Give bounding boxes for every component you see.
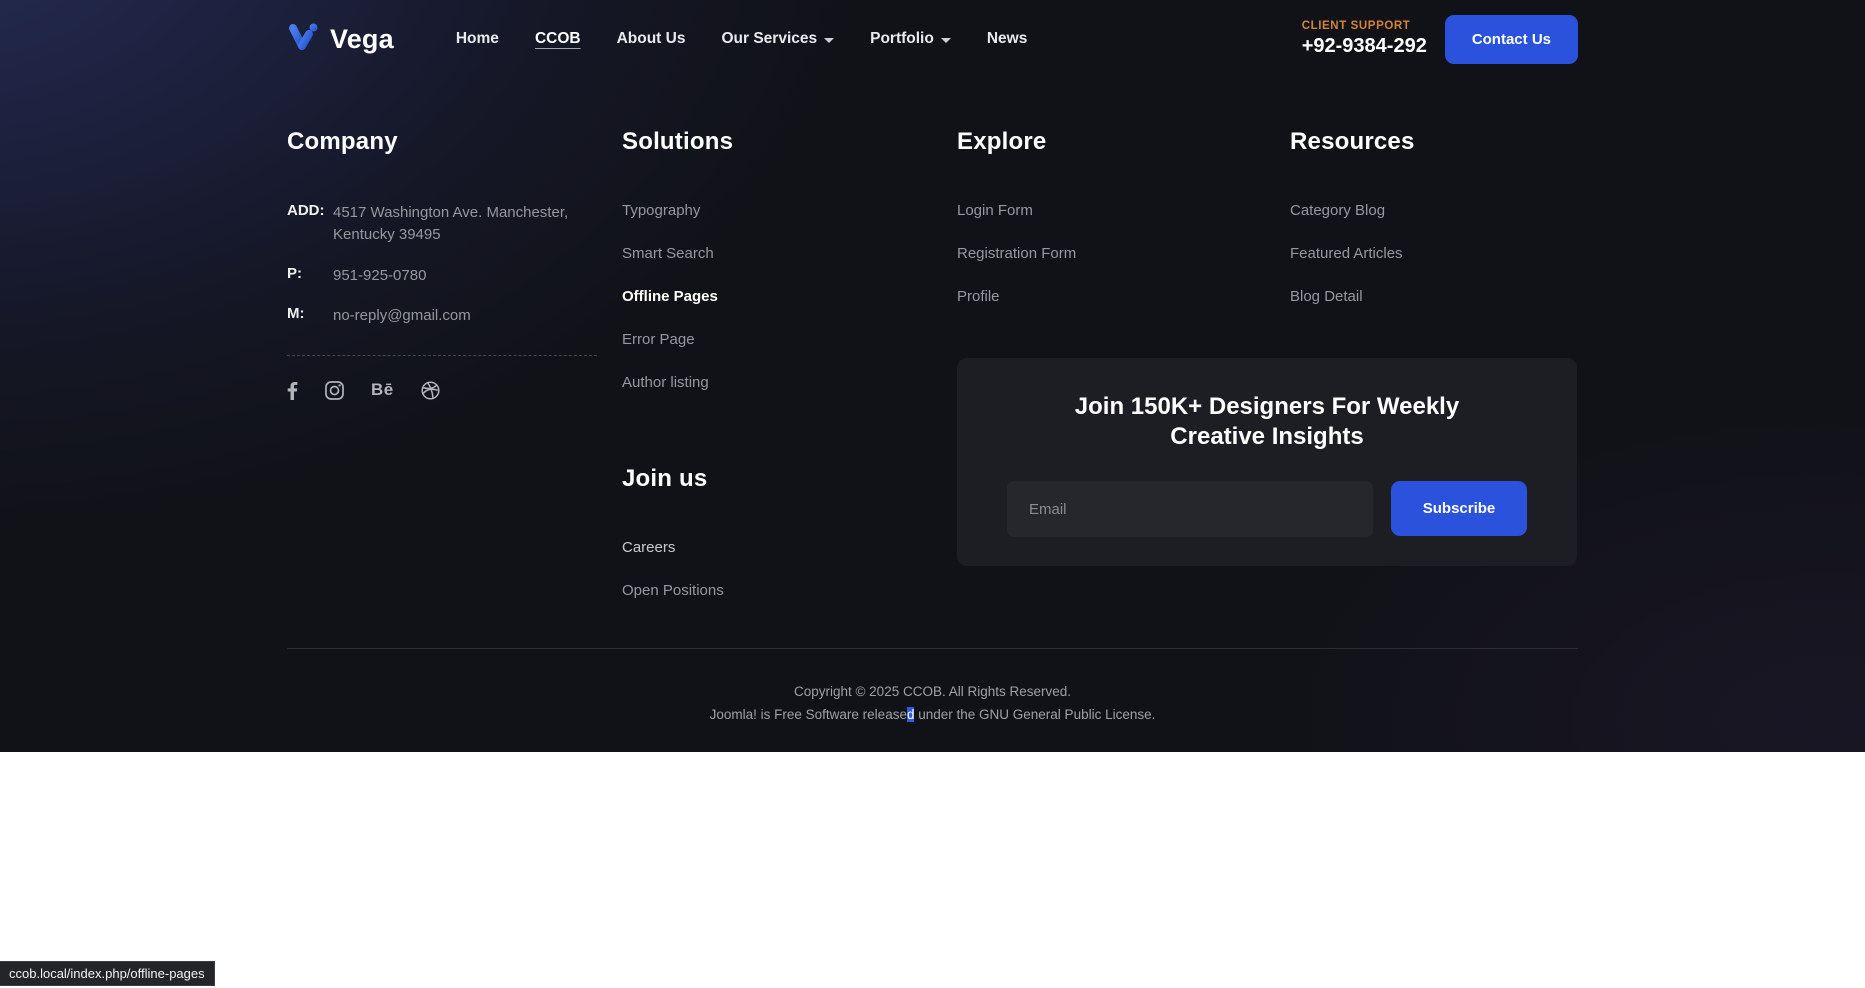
footer-link-featured-articles[interactable]: Featured Articles (1290, 245, 1403, 262)
contact-us-button[interactable]: Contact Us (1445, 15, 1578, 64)
footer-link-smart-search[interactable]: Smart Search (622, 245, 714, 262)
explore-links: Login Form Registration Form Profile (957, 202, 1257, 306)
subscribe-button[interactable]: Subscribe (1391, 481, 1527, 536)
chevron-down-icon (941, 38, 951, 43)
copyright-line1: Copyright © 2025 CCOB. All Rights Reserv… (0, 685, 1865, 699)
chevron-down-icon (824, 38, 834, 43)
main-nav: Home CCOB About Us Our Services Portfoli… (456, 30, 1027, 48)
join-us-heading: Join us (622, 465, 922, 493)
nav-item-about-us[interactable]: About Us (617, 30, 686, 48)
footer-link-blog-detail[interactable]: Blog Detail (1290, 288, 1363, 305)
link-status-tooltip: ccob.local/index.php/offline-pages (0, 961, 215, 986)
address-value: 4517 Washington Ave. Manchester, Kentuck… (333, 202, 597, 246)
nav-item-ccob[interactable]: CCOB (535, 30, 581, 48)
footer-link-author-listing[interactable]: Author listing (622, 374, 709, 391)
company-heading: Company (287, 128, 597, 156)
client-support-label: CLIENT SUPPORT (1302, 20, 1427, 32)
solutions-links: Typography Smart Search Offline Pages Er… (622, 202, 922, 392)
instagram-icon[interactable] (325, 381, 344, 400)
navbar: Vega Home CCOB About Us Our Services Por… (287, 10, 1578, 68)
footer-link-open-positions[interactable]: Open Positions (622, 582, 724, 599)
footer-column-company: Company ADD: 4517 Washington Ave. Manche… (287, 128, 597, 400)
newsletter-title: Join 150K+ Designers For Weekly Creative… (1007, 392, 1527, 452)
address-label: ADD: (287, 202, 333, 246)
phone-value[interactable]: 951-925-0780 (333, 265, 426, 287)
footer-column-solutions: Solutions Typography Smart Search Offlin… (622, 128, 922, 625)
copyright-line2: Joomla! is Free Software released under … (0, 708, 1865, 722)
brand-name: Vega (330, 24, 394, 55)
brand-logo[interactable]: Vega (287, 21, 394, 58)
company-divider (287, 355, 597, 356)
navbar-right: CLIENT SUPPORT +92-9384-292 Contact Us (1302, 15, 1578, 64)
dribbble-icon[interactable] (421, 381, 440, 400)
footer-link-error-page[interactable]: Error Page (622, 331, 695, 348)
explore-heading: Explore (957, 128, 1257, 156)
footer-link-category-blog[interactable]: Category Blog (1290, 202, 1385, 219)
footer-link-registration-form[interactable]: Registration Form (957, 245, 1076, 262)
footer-bottom-divider (287, 648, 1578, 649)
footer-column-resources: Resources Category Blog Featured Article… (1290, 128, 1590, 331)
behance-icon[interactable]: Bē (371, 380, 394, 400)
mail-row: M: no-reply@gmail.com (287, 305, 597, 327)
solutions-heading: Solutions (622, 128, 922, 156)
footer-column-explore: Explore Login Form Registration Form Pro… (957, 128, 1257, 331)
client-support-block: CLIENT SUPPORT +92-9384-292 (1302, 20, 1427, 58)
footer-link-typography[interactable]: Typography (622, 202, 700, 219)
footer-link-login-form[interactable]: Login Form (957, 202, 1033, 219)
copyright-block: Copyright © 2025 CCOB. All Rights Reserv… (0, 685, 1865, 721)
footer-dark-background: Vega Home CCOB About Us Our Services Por… (0, 0, 1865, 752)
join-us-links: Careers Open Positions (622, 539, 922, 600)
resources-heading: Resources (1290, 128, 1590, 156)
newsletter-form: Subscribe (1007, 481, 1527, 537)
nav-item-home[interactable]: Home (456, 30, 499, 48)
footer-link-offline-pages[interactable]: Offline Pages (622, 288, 718, 305)
mail-label: M: (287, 305, 333, 327)
address-row: ADD: 4517 Washington Ave. Manchester, Ke… (287, 202, 597, 246)
client-support-phone: +92-9384-292 (1302, 35, 1427, 58)
facebook-icon[interactable] (287, 381, 298, 400)
resources-links: Category Blog Featured Articles Blog Det… (1290, 202, 1590, 306)
phone-row: P: 951-925-0780 (287, 265, 597, 287)
footer-link-careers[interactable]: Careers (622, 539, 675, 556)
newsletter-card: Join 150K+ Designers For Weekly Creative… (957, 358, 1577, 566)
social-links: Bē (287, 380, 597, 400)
mail-value[interactable]: no-reply@gmail.com (333, 305, 471, 327)
vega-logo-icon (287, 21, 321, 58)
phone-label: P: (287, 265, 333, 287)
email-input[interactable] (1007, 481, 1373, 537)
nav-item-portfolio[interactable]: Portfolio (870, 30, 951, 48)
join-us-block: Join us Careers Open Positions (622, 465, 922, 600)
nav-item-news[interactable]: News (987, 30, 1028, 48)
nav-item-our-services[interactable]: Our Services (721, 30, 834, 48)
page: Vega Home CCOB About Us Our Services Por… (0, 0, 1865, 988)
footer-link-profile[interactable]: Profile (957, 288, 1000, 305)
